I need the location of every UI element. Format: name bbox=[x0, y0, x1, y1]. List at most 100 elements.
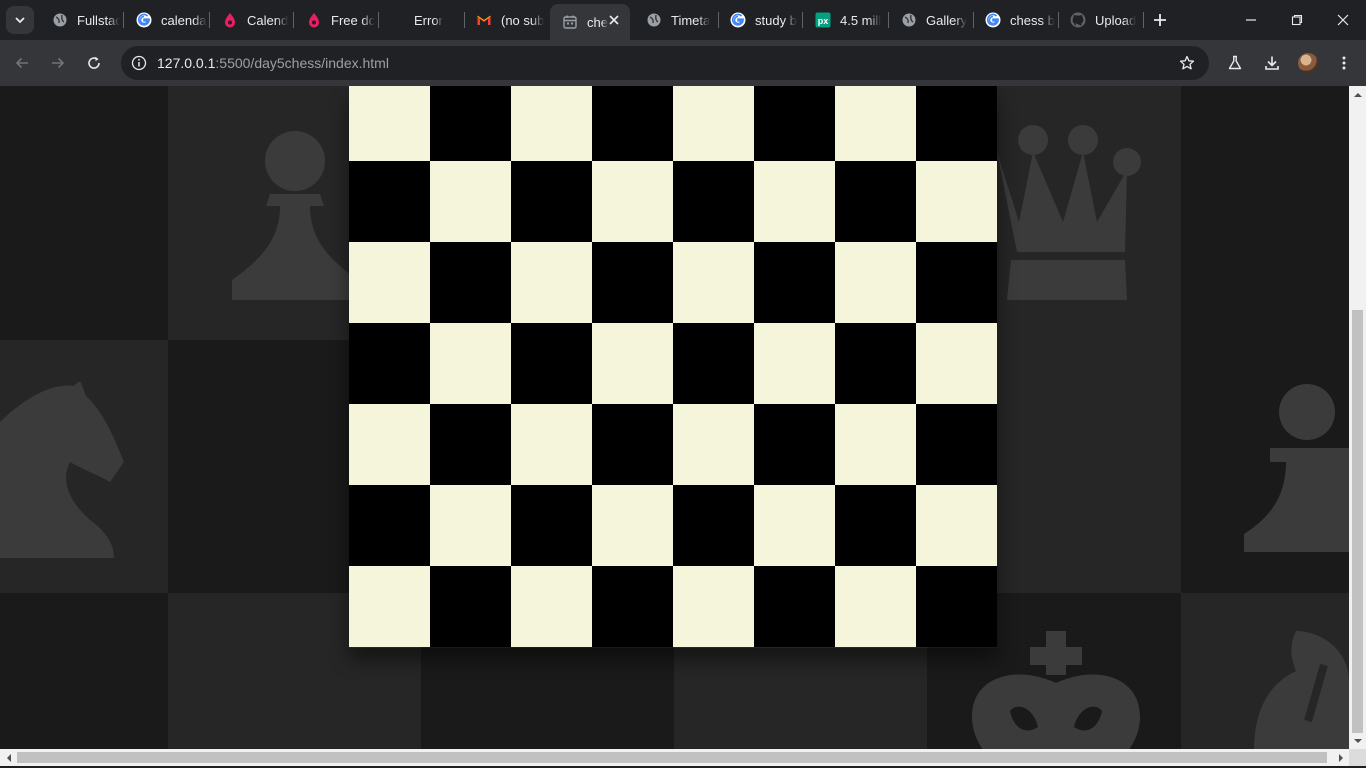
board-square-dark[interactable] bbox=[511, 161, 592, 242]
board-square-light[interactable] bbox=[592, 323, 673, 404]
board-square-dark[interactable] bbox=[511, 323, 592, 404]
board-square-light[interactable] bbox=[349, 86, 430, 161]
board-square-dark[interactable] bbox=[916, 86, 997, 161]
board-square-light[interactable] bbox=[430, 323, 511, 404]
board-square-light[interactable] bbox=[511, 242, 592, 323]
board-square-light[interactable] bbox=[673, 404, 754, 485]
downloads-button[interactable] bbox=[1258, 49, 1286, 77]
tab-timetable[interactable]: Timeta bbox=[634, 4, 718, 36]
board-square-light[interactable] bbox=[835, 566, 916, 647]
chrome-menu-button[interactable] bbox=[1330, 49, 1358, 77]
board-square-dark[interactable] bbox=[511, 485, 592, 566]
site-info-button[interactable] bbox=[129, 53, 149, 73]
address-bar[interactable]: 127.0.0.1:5500/day5chess/index.html bbox=[121, 46, 1209, 80]
scroll-up-button[interactable] bbox=[1349, 86, 1366, 103]
board-square-dark[interactable] bbox=[835, 485, 916, 566]
tab-pexels[interactable]: px 4.5 mill bbox=[803, 4, 887, 36]
labs-button[interactable] bbox=[1221, 49, 1249, 77]
board-square-light[interactable] bbox=[835, 86, 916, 161]
board-square-light[interactable] bbox=[511, 404, 592, 485]
board-square-light[interactable] bbox=[916, 485, 997, 566]
vertical-scrollbar[interactable] bbox=[1349, 86, 1366, 749]
forward-button[interactable] bbox=[44, 49, 72, 77]
board-square-dark[interactable] bbox=[349, 323, 430, 404]
board-square-light[interactable] bbox=[754, 485, 835, 566]
board-square-light[interactable] bbox=[592, 161, 673, 242]
board-square-dark[interactable] bbox=[673, 161, 754, 242]
tab-gmail[interactable]: (no sub bbox=[464, 4, 548, 36]
board-square-dark[interactable] bbox=[916, 404, 997, 485]
close-window-button[interactable] bbox=[1320, 0, 1366, 40]
scroll-left-button[interactable] bbox=[0, 749, 17, 766]
board-square-dark[interactable] bbox=[835, 161, 916, 242]
tab-study-search[interactable]: study b bbox=[718, 4, 802, 36]
scroll-right-button[interactable] bbox=[1332, 749, 1349, 766]
board-square-dark[interactable] bbox=[916, 242, 997, 323]
board-square-light[interactable] bbox=[592, 485, 673, 566]
board-square-light[interactable] bbox=[430, 485, 511, 566]
board-square-light[interactable] bbox=[835, 404, 916, 485]
board-square-light[interactable] bbox=[673, 242, 754, 323]
caret-right-icon bbox=[1338, 753, 1343, 762]
board-square-dark[interactable] bbox=[592, 404, 673, 485]
board-square-light[interactable] bbox=[835, 242, 916, 323]
close-tab-button[interactable] bbox=[606, 12, 622, 28]
board-square-dark[interactable] bbox=[430, 86, 511, 161]
bookmark-button[interactable] bbox=[1177, 53, 1197, 73]
board-square-light[interactable] bbox=[349, 404, 430, 485]
board-square-dark[interactable] bbox=[916, 566, 997, 647]
tab-fullstack[interactable]: Fullstac bbox=[40, 4, 120, 36]
board-square-light[interactable] bbox=[511, 86, 592, 161]
board-square-light[interactable] bbox=[754, 161, 835, 242]
board-square-dark[interactable] bbox=[349, 485, 430, 566]
tab-calendly[interactable]: Calend bbox=[210, 4, 294, 36]
board-square-light[interactable] bbox=[430, 161, 511, 242]
horizontal-scroll-thumb[interactable] bbox=[17, 752, 1327, 763]
url-text: 127.0.0.1:5500/day5chess/index.html bbox=[157, 55, 389, 71]
tab-free-docs[interactable]: Free dc bbox=[294, 4, 378, 36]
board-square-dark[interactable] bbox=[835, 323, 916, 404]
board-square-light[interactable] bbox=[916, 161, 997, 242]
back-button[interactable] bbox=[8, 49, 36, 77]
knight-icon bbox=[0, 382, 124, 558]
tab-github-upload[interactable]: Upload bbox=[1058, 4, 1142, 36]
board-square-dark[interactable] bbox=[754, 86, 835, 161]
tab-chess-active[interactable]: che bbox=[550, 4, 630, 40]
reload-button[interactable] bbox=[80, 49, 108, 77]
minimize-button[interactable] bbox=[1228, 0, 1274, 40]
tab-gallery[interactable]: Gallery bbox=[889, 4, 973, 36]
board-square-light[interactable] bbox=[511, 566, 592, 647]
board-square-light[interactable] bbox=[673, 566, 754, 647]
arrow-left-icon bbox=[15, 57, 28, 69]
board-square-light[interactable] bbox=[754, 323, 835, 404]
tab-title: Upload bbox=[1095, 12, 1137, 28]
board-square-dark[interactable] bbox=[592, 242, 673, 323]
board-square-dark[interactable] bbox=[430, 566, 511, 647]
restore-button[interactable] bbox=[1274, 0, 1320, 40]
board-square-dark[interactable] bbox=[430, 242, 511, 323]
board-square-light[interactable] bbox=[349, 242, 430, 323]
new-tab-button[interactable] bbox=[1150, 10, 1170, 30]
board-square-dark[interactable] bbox=[673, 485, 754, 566]
tab-search-button[interactable] bbox=[6, 6, 34, 34]
profile-avatar[interactable] bbox=[1298, 53, 1318, 73]
board-square-dark[interactable] bbox=[754, 566, 835, 647]
scroll-down-button[interactable] bbox=[1349, 732, 1366, 749]
board-square-light[interactable] bbox=[349, 566, 430, 647]
board-square-dark[interactable] bbox=[673, 323, 754, 404]
board-square-light[interactable] bbox=[916, 323, 997, 404]
board-square-dark[interactable] bbox=[592, 566, 673, 647]
board-square-dark[interactable] bbox=[754, 404, 835, 485]
tab-chess-search[interactable]: chess b bbox=[973, 4, 1057, 36]
board-square-dark[interactable] bbox=[430, 404, 511, 485]
board-square-dark[interactable] bbox=[754, 242, 835, 323]
tab-error[interactable]: Error bbox=[390, 4, 466, 36]
tab-calendar-search[interactable]: calenda bbox=[124, 4, 208, 36]
board-square-dark[interactable] bbox=[592, 86, 673, 161]
chess-board[interactable] bbox=[349, 86, 997, 648]
vertical-scroll-thumb[interactable] bbox=[1352, 310, 1363, 733]
board-square-light[interactable] bbox=[673, 86, 754, 161]
horizontal-scrollbar[interactable] bbox=[0, 749, 1349, 766]
board-square-dark[interactable] bbox=[349, 161, 430, 242]
calendar-icon bbox=[562, 14, 578, 30]
